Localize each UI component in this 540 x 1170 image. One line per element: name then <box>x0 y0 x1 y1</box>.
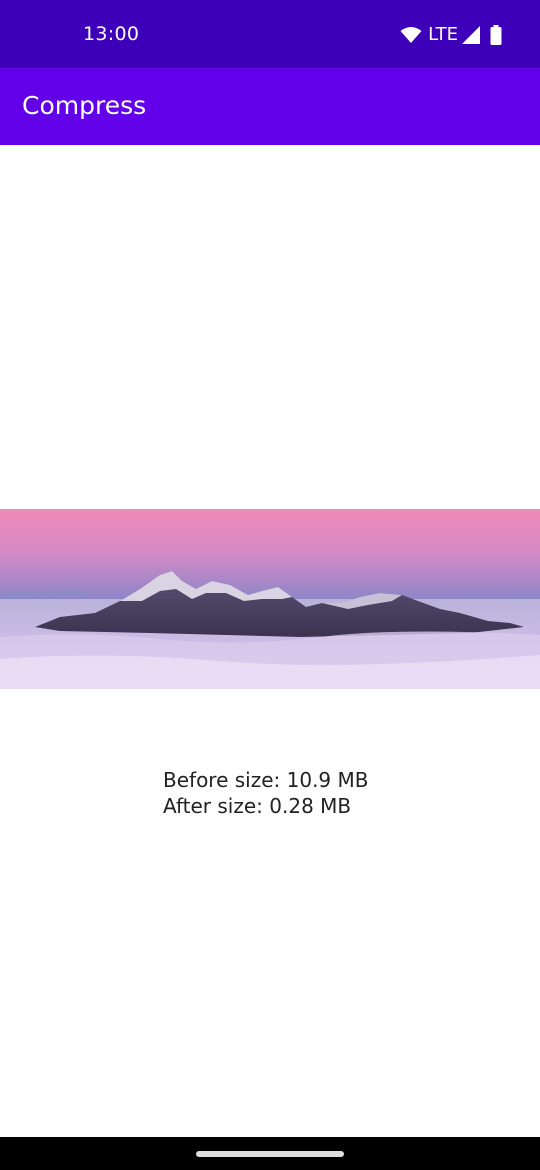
battery-icon <box>490 25 502 45</box>
home-handle[interactable] <box>196 1151 344 1157</box>
network-type-label: LTE <box>428 24 458 45</box>
status-time: 13:00 <box>83 23 140 45</box>
before-size-label: Before size: 10.9 MB <box>163 768 369 792</box>
compressed-image-preview <box>0 509 540 689</box>
wifi-icon <box>400 26 422 44</box>
app-bar: Compress <box>0 68 540 145</box>
app-title: Compress <box>22 91 147 120</box>
main-content: Before size: 10.9 MB After size: 0.28 MB <box>0 145 540 1137</box>
after-size-label: After size: 0.28 MB <box>163 794 352 818</box>
status-bar: 13:00 LTE <box>0 0 540 68</box>
navigation-bar <box>0 1137 540 1170</box>
status-icons: LTE <box>400 24 502 46</box>
signal-icon <box>462 26 480 44</box>
size-info: Before size: 10.9 MB After size: 0.28 MB <box>163 767 369 819</box>
